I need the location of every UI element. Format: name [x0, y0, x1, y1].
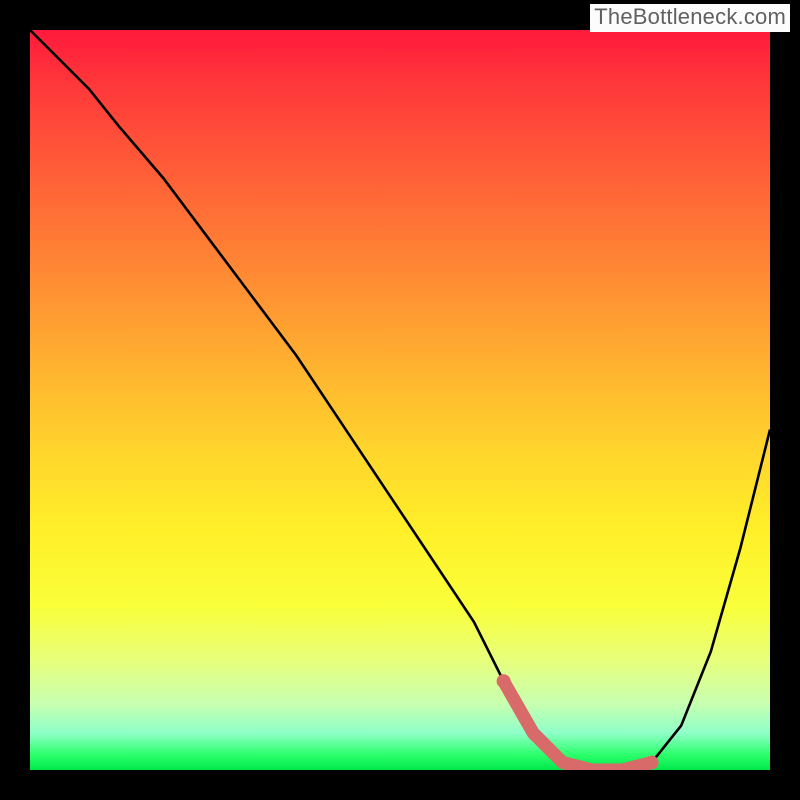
highlight-endpoint-left: [497, 674, 511, 688]
bottleneck-curve: [30, 30, 770, 770]
chart-frame: TheBottleneck.com: [0, 0, 800, 800]
highlight-endpoint-right: [645, 756, 659, 770]
attribution-label: TheBottleneck.com: [590, 4, 790, 32]
chart-svg: [30, 30, 770, 770]
optimal-range-highlight: [504, 681, 652, 770]
